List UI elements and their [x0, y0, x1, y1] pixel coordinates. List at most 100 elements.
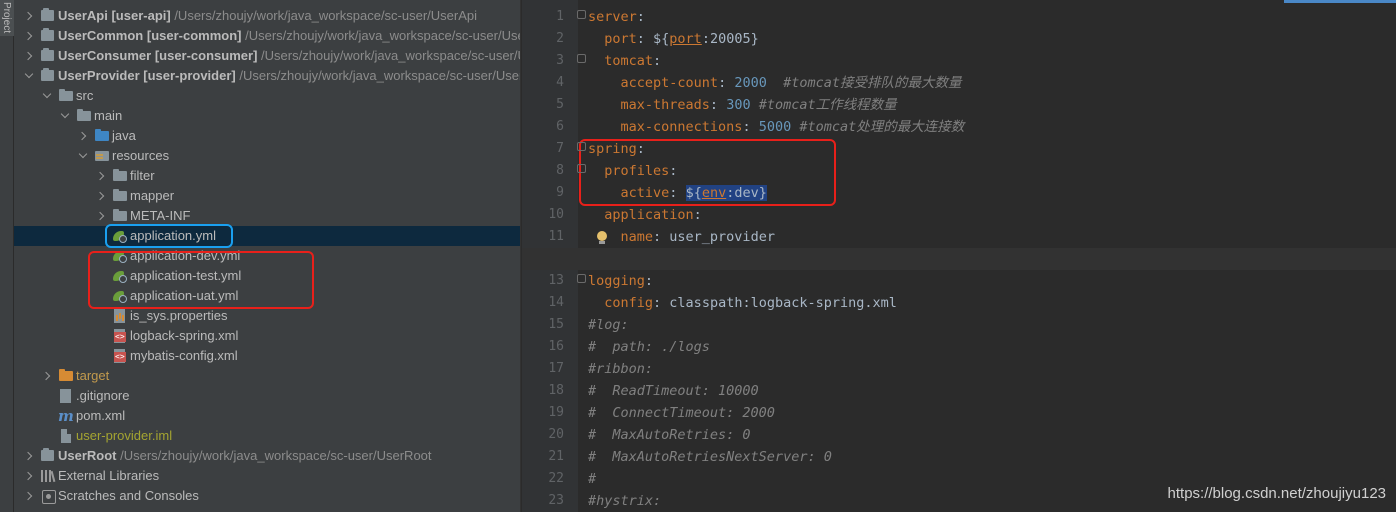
tree-row[interactable]: mapper	[14, 186, 520, 206]
tree-item-label: is_sys.properties	[130, 308, 228, 323]
code-line[interactable]: active: ${env:dev}	[522, 182, 1396, 204]
code-text: name: user_provider	[620, 229, 775, 245]
chevron-down-icon[interactable]	[24, 66, 36, 86]
yaml-icon	[112, 286, 128, 306]
tree-row[interactable]: filter	[14, 166, 520, 186]
chevron-right-icon[interactable]	[24, 46, 36, 66]
tree-item-label: External Libraries	[58, 468, 160, 483]
chevron-right-icon[interactable]	[24, 6, 36, 26]
chevron-right-icon[interactable]	[42, 366, 54, 386]
lightbulb-icon[interactable]	[596, 231, 608, 245]
fold-marker-icon[interactable]	[577, 142, 586, 151]
code-line[interactable]: logging:	[522, 270, 1396, 292]
chevron-down-icon[interactable]	[42, 86, 54, 106]
tree-row[interactable]: resources	[14, 146, 520, 166]
tree-row[interactable]: UserRoot /Users/zhoujy/work/java_workspa…	[14, 446, 520, 466]
tree-row[interactable]: m pom.xml	[14, 406, 520, 426]
code-line[interactable]: #ribbon:	[522, 358, 1396, 380]
properties-icon	[112, 306, 128, 326]
tree-row[interactable]: UserApi [user-api] /Users/zhoujy/work/ja…	[14, 6, 520, 26]
tree-item-label: user-provider.iml	[76, 428, 173, 443]
tree-row[interactable]: application-uat.yml	[14, 286, 520, 306]
code-line[interactable]: # MaxAutoRetries: 0	[522, 424, 1396, 446]
module-path: /Users/zhoujy/work/java_workspace/sc-use…	[170, 8, 478, 23]
code-text: application:	[604, 207, 702, 223]
fold-marker-icon[interactable]	[577, 164, 586, 173]
tree-row[interactable]: application-test.yml	[14, 266, 520, 286]
module-icon	[40, 6, 56, 26]
fold-marker-icon[interactable]	[577, 274, 586, 283]
code-line[interactable]: #log:	[522, 314, 1396, 336]
tree-item-label: Scratches and Consoles	[58, 488, 199, 503]
code-line[interactable]: profiles:	[522, 160, 1396, 182]
chevron-down-icon[interactable]	[60, 106, 72, 126]
tree-row[interactable]: main	[14, 106, 520, 126]
code-text: max-threads: 300 #tomcat工作线程数量	[620, 97, 897, 113]
code-text: # MaxAutoRetriesNextServer: 0	[588, 449, 832, 465]
chevron-right-icon[interactable]	[96, 166, 108, 186]
code-line[interactable]: tomcat:	[522, 50, 1396, 72]
project-tree[interactable]: UserApi [user-api] /Users/zhoujy/work/ja…	[14, 0, 521, 512]
tree-item-label: src	[76, 88, 94, 103]
code-line[interactable]: max-connections: 5000 #tomcat处理的最大连接数	[522, 116, 1396, 138]
tree-row[interactable]: logback-spring.xml	[14, 326, 520, 346]
code-text: #	[588, 471, 597, 487]
code-line[interactable]: # ReadTimeout: 10000	[522, 380, 1396, 402]
module-path: /Users/zhoujy/work/java_workspace/sc-use…	[116, 448, 432, 463]
code-text: # ConnectTimeout: 2000	[588, 405, 775, 421]
code-line[interactable]: accept-count: 2000 #tomcat接受排队的最大数量	[522, 72, 1396, 94]
code-line[interactable]: application:	[522, 204, 1396, 226]
tree-row[interactable]: is_sys.properties	[14, 306, 520, 326]
code-text: max-connections: 5000 #tomcat处理的最大连接数	[620, 119, 965, 135]
code-line[interactable]: config: classpath:logback-spring.xml	[522, 292, 1396, 314]
code-line[interactable]: port: ${port:20005}	[522, 28, 1396, 50]
tree-item-label: application-uat.yml	[130, 288, 239, 303]
chevron-right-icon[interactable]	[24, 26, 36, 46]
module-name: [user-api]	[107, 8, 171, 23]
tree-row[interactable]: UserProvider [user-provider] /Users/zhou…	[14, 66, 520, 86]
editor-scroll-indicator	[1284, 0, 1396, 3]
project-tool-tab[interactable]: 1: Project	[0, 0, 23, 36]
tree-row[interactable]: application-dev.yml	[14, 246, 520, 266]
tree-row[interactable]: java	[14, 126, 520, 146]
chevron-right-icon[interactable]	[78, 126, 90, 146]
chevron-right-icon[interactable]	[24, 446, 36, 466]
tree-item-label: application-dev.yml	[130, 248, 241, 263]
code-line[interactable]: # ConnectTimeout: 2000	[522, 402, 1396, 424]
fold-marker-icon[interactable]	[577, 10, 586, 19]
tree-row[interactable]: Scratches and Consoles	[14, 486, 520, 506]
folder-icon	[112, 186, 128, 206]
code-line[interactable]: # path: ./logs	[522, 336, 1396, 358]
tree-row[interactable]: application.yml	[14, 226, 520, 246]
tree-row[interactable]: External Libraries	[14, 466, 520, 486]
code-line[interactable]: # MaxAutoRetriesNextServer: 0	[522, 446, 1396, 468]
fold-marker-icon[interactable]	[577, 54, 586, 63]
tree-item-label: java	[112, 128, 136, 143]
chevron-right-icon[interactable]	[96, 206, 108, 226]
chevron-right-icon[interactable]	[24, 486, 36, 506]
code-text: tomcat:	[604, 53, 662, 69]
chevron-right-icon[interactable]	[24, 466, 36, 486]
code-editor[interactable]: server: port: ${port:20005} tomcat: acce…	[522, 0, 1396, 512]
chevron-right-icon[interactable]	[96, 186, 108, 206]
code-text: # ReadTimeout: 10000	[588, 383, 759, 399]
tree-row[interactable]: user-provider.iml	[14, 426, 520, 446]
code-line[interactable]	[522, 248, 1396, 270]
code-line[interactable]: spring:	[522, 138, 1396, 160]
tree-row[interactable]: target	[14, 366, 520, 386]
chevron-down-icon[interactable]	[78, 146, 90, 166]
watermark: https://blog.csdn.net/zhoujiyu123	[1167, 485, 1386, 502]
code-line[interactable]: server:	[522, 6, 1396, 28]
tree-row[interactable]: mybatis-config.xml	[14, 346, 520, 366]
tree-row[interactable]: .gitignore	[14, 386, 520, 406]
folder-icon	[112, 206, 128, 226]
code-line[interactable]: name: user_provider	[522, 226, 1396, 248]
tree-item-label: main	[94, 108, 123, 123]
tree-item-label: UserProvider [user-provider] /Users/zhou…	[58, 66, 520, 86]
tree-row[interactable]: META-INF	[14, 206, 520, 226]
tree-row[interactable]: UserCommon [user-common] /Users/zhoujy/w…	[14, 26, 520, 46]
tree-item-label: resources	[112, 148, 170, 163]
code-line[interactable]: max-threads: 300 #tomcat工作线程数量	[522, 94, 1396, 116]
tree-row[interactable]: src	[14, 86, 520, 106]
tree-row[interactable]: UserConsumer [user-consumer] /Users/zhou…	[14, 46, 520, 66]
